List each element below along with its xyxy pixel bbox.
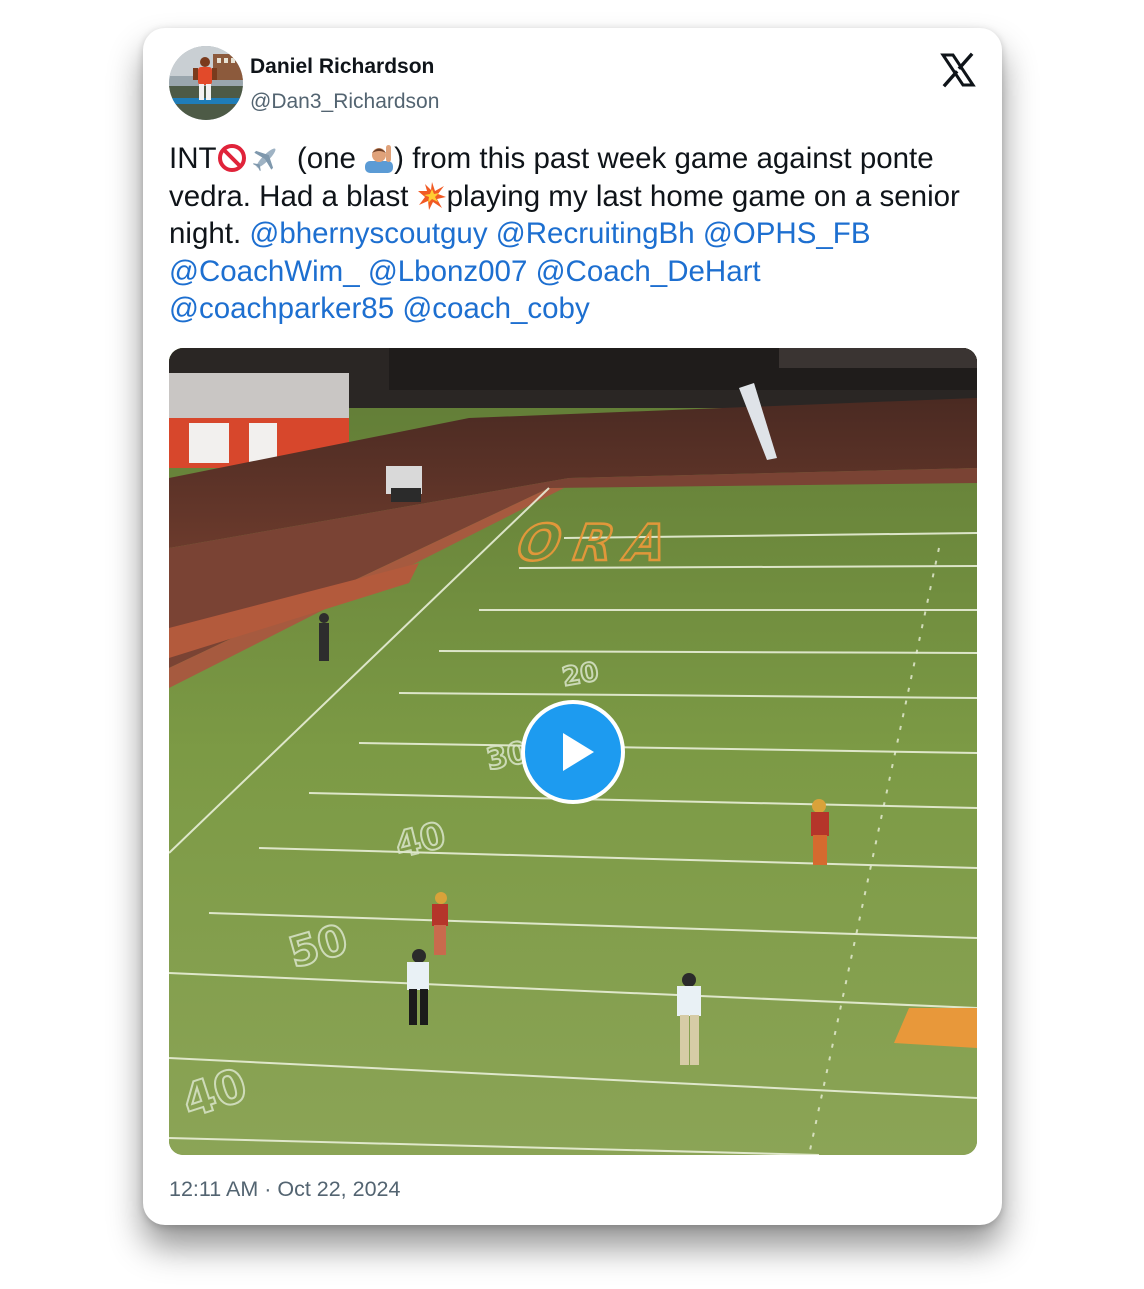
mention-link[interactable]: @CoachWim_	[169, 255, 360, 288]
tweet-text-segment: INT	[169, 142, 217, 175]
tweet-card: Daniel Richardson @Dan3_Richardson INT (…	[143, 28, 1002, 1225]
play-icon	[563, 733, 594, 771]
mention-link[interactable]: @bhernyscoutguy	[249, 217, 487, 250]
mention-link[interactable]: @RecruitingBh	[496, 217, 695, 250]
mention-link[interactable]: @Coach_DeHart	[536, 255, 761, 288]
no-entry-emoji	[217, 143, 247, 173]
collision-emoji	[417, 181, 447, 211]
mention-link[interactable]: @Lbonz007	[368, 255, 528, 288]
yard-number: 20	[560, 657, 601, 693]
video-player[interactable]: ORA 20 30 40 50 40	[169, 348, 977, 1155]
end-zone-lettering: ORA	[507, 514, 690, 572]
mention-link[interactable]: @coach_coby	[402, 292, 589, 325]
tweet-timestamp[interactable]: 12:11 AM · Oct 22, 2024	[169, 1177, 400, 1202]
x-logo-icon[interactable]	[940, 52, 976, 88]
person-raising-hand-emoji	[364, 143, 394, 173]
play-button[interactable]	[521, 700, 625, 804]
mention-link[interactable]: @OPHS_FB	[703, 217, 871, 250]
mention-link[interactable]: @coachparker85	[169, 292, 394, 325]
airplane-emoji	[251, 143, 281, 173]
author-handle[interactable]: @Dan3_Richardson	[250, 90, 439, 114]
author-display-name[interactable]: Daniel Richardson	[250, 55, 434, 79]
tweet-text: INT (one ) from this past week game agai…	[169, 140, 969, 328]
author-avatar[interactable]	[169, 46, 243, 120]
tweet-text-segment: (one	[280, 142, 365, 175]
